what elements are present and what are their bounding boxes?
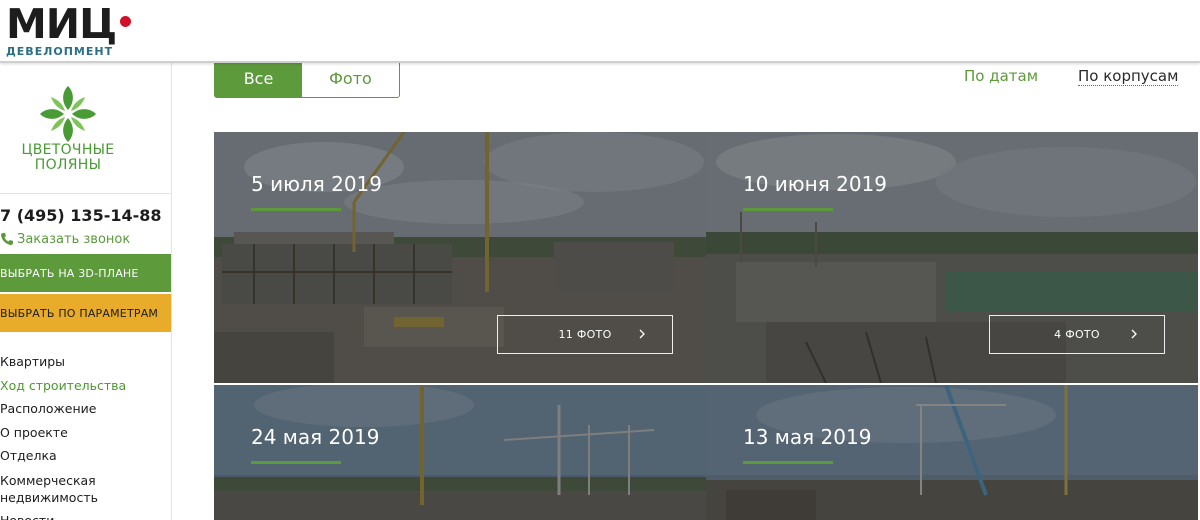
construction-photo bbox=[706, 385, 1198, 520]
select-by-params-button[interactable]: ВЫБРАТЬ ПО ПАРАМЕТРАМ bbox=[0, 294, 171, 332]
brand-name-text: МИЦ bbox=[6, 0, 117, 48]
phone-icon bbox=[1, 233, 13, 245]
project-logo-line1: ЦВЕТОЧНЫЕ bbox=[21, 142, 115, 158]
filter-photo-button[interactable]: Фото bbox=[302, 57, 399, 97]
sidebar-item-news[interactable]: Новости bbox=[0, 509, 171, 520]
brand-dot-icon bbox=[120, 16, 132, 27]
gallery-card[interactable]: 13 мая 2019 bbox=[706, 385, 1198, 520]
sidebar-item-construction[interactable]: Ход строительства bbox=[0, 374, 171, 398]
gallery-photos-count: 4 ФОТО bbox=[1054, 328, 1100, 341]
sidebar-item-about[interactable]: О проекте bbox=[0, 421, 171, 445]
gallery-card[interactable]: 5 июля 2019 11 ФОТО bbox=[214, 132, 706, 383]
construction-gallery: 5 июля 2019 11 ФОТО 10 июня 2019 4 ФОТО … bbox=[214, 132, 1200, 520]
gallery-card-date: 5 июля 2019 bbox=[251, 172, 382, 196]
gallery-photos-button[interactable]: 11 ФОТО bbox=[497, 315, 673, 354]
sidebar: ЦВЕТОЧНЫЕ ПОЛЯНЫ 7 (495) 135-14-88 Заказ… bbox=[0, 63, 172, 520]
callback-label: Заказать звонок bbox=[17, 231, 131, 247]
gallery-photos-count: 11 ФОТО bbox=[558, 328, 612, 341]
project-logo-line2: ПОЛЯНЫ bbox=[34, 157, 102, 173]
gallery-card-underline bbox=[251, 461, 341, 464]
brand-logo[interactable]: МИЦ ДЕВЕЛОПМЕНТ bbox=[6, 0, 132, 58]
gallery-card-underline bbox=[743, 208, 833, 211]
sort-by-date-link[interactable]: По датам bbox=[964, 67, 1038, 85]
gallery-card-underline bbox=[743, 461, 833, 464]
gallery-card-date: 24 мая 2019 bbox=[251, 425, 380, 449]
phone-number[interactable]: 7 (495) 135-14-88 bbox=[0, 206, 162, 225]
sidebar-item-apartments[interactable]: Квартиры bbox=[0, 350, 171, 374]
filter-all-button[interactable]: Все bbox=[215, 57, 302, 97]
sidebar-item-location[interactable]: Расположение bbox=[0, 397, 171, 421]
project-logo[interactable]: ЦВЕТОЧНЫЕ ПОЛЯНЫ bbox=[0, 63, 171, 194]
gallery-card-date: 10 июня 2019 bbox=[743, 172, 888, 196]
sort-by-corpus-link[interactable]: По корпусам bbox=[1078, 67, 1179, 86]
brand-subtitle: ДЕВЕЛОПМЕНТ bbox=[6, 45, 114, 58]
site-header: МИЦ ДЕВЕЛОПМЕНТ bbox=[0, 0, 1200, 63]
select-3d-plan-button[interactable]: ВЫБРАТЬ НА 3D-ПЛАНЕ bbox=[0, 254, 171, 292]
construction-photo bbox=[214, 385, 706, 520]
callback-link[interactable]: Заказать звонок bbox=[0, 230, 130, 248]
gallery-card-date: 13 мая 2019 bbox=[743, 425, 872, 449]
gallery-photos-button[interactable]: 4 ФОТО bbox=[989, 315, 1165, 354]
chevron-right-icon bbox=[1131, 329, 1137, 339]
brand-name: МИЦ bbox=[6, 0, 132, 48]
chevron-right-icon bbox=[639, 329, 645, 339]
sidebar-nav: Квартиры Ход строительства Расположение … bbox=[0, 350, 171, 520]
gallery-card[interactable]: 24 мая 2019 bbox=[214, 385, 706, 520]
project-logo-text: ЦВЕТОЧНЫЕ ПОЛЯНЫ bbox=[0, 143, 136, 173]
gallery-card-underline bbox=[251, 208, 341, 211]
sidebar-item-finishing[interactable]: Отделка bbox=[0, 444, 171, 468]
sidebar-item-commercial[interactable]: Коммерческая недвижимость bbox=[0, 468, 171, 509]
gallery-card[interactable]: 10 июня 2019 4 ФОТО bbox=[706, 132, 1198, 383]
flower-icon bbox=[40, 86, 96, 142]
